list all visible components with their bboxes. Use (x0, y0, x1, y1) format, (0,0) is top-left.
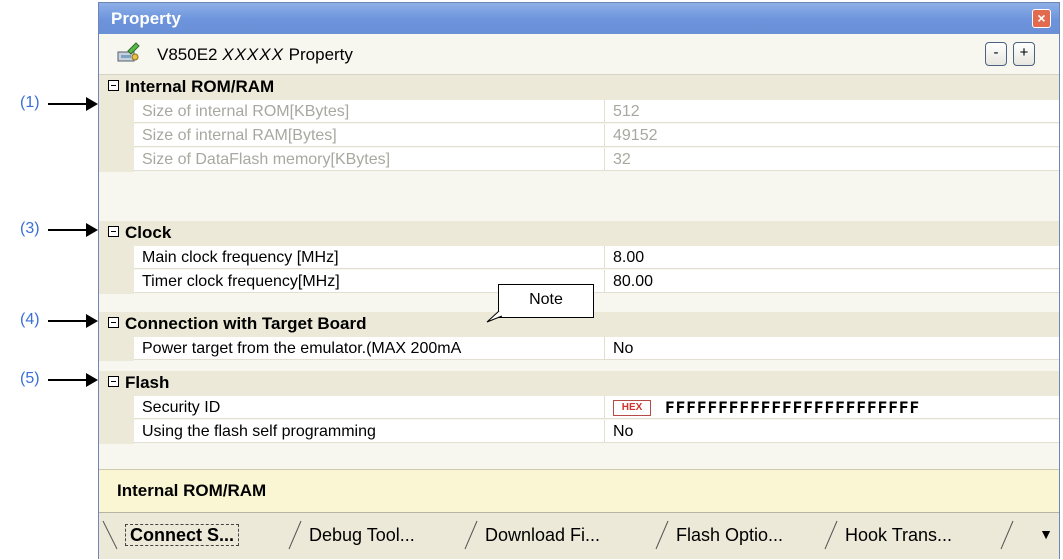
close-button[interactable]: × (1032, 9, 1051, 28)
heading-prefix: V850E2 (157, 45, 223, 64)
tab-separator (1000, 520, 1014, 550)
property-row: Size of internal ROM[KBytes] 512 (99, 100, 1059, 124)
property-value[interactable]: No (605, 337, 1059, 360)
collapse-toggle-icon[interactable] (108, 317, 119, 328)
category-label: Clock (125, 223, 172, 242)
expand-all-button[interactable]: + (1013, 42, 1035, 66)
tab-flash-options-settings[interactable]: Flash Optio... (650, 519, 830, 551)
tab-label: Download Fi... (485, 525, 601, 545)
tab-separator (464, 520, 478, 550)
tab-separator (655, 520, 669, 550)
property-name: Security ID (134, 396, 605, 419)
property-name: Using the flash self programming (134, 420, 605, 443)
tab-bar: Connect S... Debug Tool... Download Fi..… (99, 512, 1059, 559)
callout-3: (3) (0, 220, 100, 240)
property-row[interactable]: Main clock frequency [MHz] 8.00 (99, 246, 1059, 270)
tab-label: Flash Optio... (676, 525, 784, 545)
callout-label: (5) (20, 370, 40, 387)
property-row[interactable]: Security ID HEX FFFFFFFFFFFFFFFFFFFFFFFF (99, 396, 1059, 420)
arrow-line (48, 320, 88, 322)
callout-4: (4) (0, 311, 100, 331)
property-heading: V850E2 XXXXX Property (157, 45, 353, 65)
heading-model: XXXXX (222, 45, 284, 64)
category-label: Flash (125, 373, 170, 392)
callout-label: (4) (20, 311, 40, 328)
tab-label: Connect S... (125, 524, 240, 546)
property-value[interactable]: HEX FFFFFFFFFFFFFFFFFFFFFFFF (605, 396, 1059, 419)
tab-list-dropdown-icon[interactable]: ▼ (1039, 527, 1053, 543)
property-row: Size of DataFlash memory[KBytes] 32 (99, 148, 1059, 172)
arrow-line (48, 103, 88, 105)
property-value[interactable]: 8.00 (605, 246, 1059, 269)
arrow-right-icon (86, 223, 98, 237)
property-value: 32 (605, 148, 1059, 171)
arrow-right-icon (86, 373, 98, 387)
collapse-all-button[interactable]: - (985, 42, 1007, 66)
note-pointer-icon (486, 310, 503, 323)
heading-suffix: Property (283, 45, 353, 64)
property-name: Size of internal ROM[KBytes] (134, 100, 605, 123)
collapse-toggle-icon[interactable] (108, 376, 119, 387)
property-grid: Internal ROM/RAM Size of internal ROM[KB… (99, 75, 1059, 457)
property-value[interactable]: 80.00 (605, 270, 1059, 293)
callout-label: (3) (20, 220, 40, 237)
category-label: Internal ROM/RAM (125, 77, 275, 96)
collapse-toggle-icon[interactable] (108, 80, 119, 91)
property-icon (117, 42, 140, 62)
property-name: Size of DataFlash memory[KBytes] (134, 148, 605, 171)
category-label: Connection with Target Board (125, 314, 367, 333)
property-window: Property × V850E2 XXXXX Property - + Int… (98, 2, 1060, 559)
property-header: V850E2 XXXXX Property - + (99, 34, 1059, 75)
tab-connect-settings[interactable]: Connect S... (99, 519, 289, 551)
tab-separator (102, 520, 118, 550)
tab-label: Debug Tool... (309, 525, 415, 545)
description-pane: Internal ROM/RAM (99, 469, 1059, 512)
tab-end-separator (995, 519, 1019, 551)
tab-separator (288, 520, 302, 550)
arrow-line (48, 379, 88, 381)
property-name: Size of internal RAM[Bytes] (134, 124, 605, 147)
tab-download-file-settings[interactable]: Download Fi... (459, 519, 649, 551)
callout-label: (1) (20, 94, 40, 111)
property-value: 49152 (605, 124, 1059, 147)
category-clock[interactable]: Clock (99, 221, 1059, 246)
property-row[interactable]: Using the flash self programming No (99, 420, 1059, 444)
arrow-right-icon (86, 314, 98, 328)
note-annotation: Note (498, 284, 594, 318)
callout-1: (1) (0, 94, 100, 114)
arrow-right-icon (86, 97, 98, 111)
tab-separator (824, 520, 838, 550)
tab-debug-tool-settings[interactable]: Debug Tool... (283, 519, 463, 551)
callout-5: (5) (0, 370, 100, 390)
arrow-line (48, 229, 88, 231)
property-value[interactable]: No (605, 420, 1059, 443)
title-bar[interactable]: Property × (99, 3, 1059, 34)
hex-badge-icon: HEX (613, 399, 651, 416)
category-flash[interactable]: Flash (99, 371, 1059, 396)
category-internal-rom-ram[interactable]: Internal ROM/RAM (99, 75, 1059, 100)
description-title: Internal ROM/RAM (117, 481, 267, 500)
tab-label: Hook Trans... (845, 525, 953, 545)
property-row[interactable]: Power target from the emulator.(MAX 200m… (99, 337, 1059, 361)
window-title: Property (111, 9, 181, 28)
security-id-value[interactable]: FFFFFFFFFFFFFFFFFFFFFFFF (665, 398, 920, 417)
collapse-toggle-icon[interactable] (108, 226, 119, 237)
property-name: Main clock frequency [MHz] (134, 246, 605, 269)
tab-hook-transaction-settings[interactable]: Hook Trans... (819, 519, 1019, 551)
property-name: Power target from the emulator.(MAX 200m… (134, 337, 605, 360)
property-row: Size of internal RAM[Bytes] 49152 (99, 124, 1059, 148)
property-value: 512 (605, 100, 1059, 123)
